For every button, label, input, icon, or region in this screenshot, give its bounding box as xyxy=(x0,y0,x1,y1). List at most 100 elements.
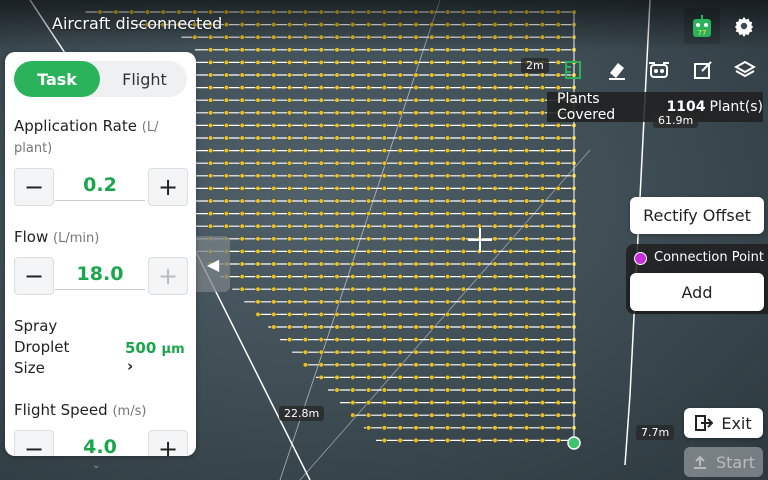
add-connection-button[interactable]: Add xyxy=(630,273,764,311)
droplet-label-line2: Droplet xyxy=(14,338,70,356)
waypoint xyxy=(460,412,466,418)
chevron-down-icon[interactable]: ⌄ xyxy=(92,460,100,471)
waypoint xyxy=(460,211,466,217)
measurement-label: 22.8m xyxy=(279,406,325,421)
waypoint xyxy=(397,274,403,280)
waypoint xyxy=(255,173,261,179)
robot-status-icon[interactable]: 77 xyxy=(684,8,720,44)
layers-icon[interactable] xyxy=(728,54,762,86)
collapse-panel-button[interactable]: ◀ xyxy=(196,236,230,292)
waypoint xyxy=(397,387,403,393)
waypoint xyxy=(508,311,514,317)
waypoint xyxy=(555,437,561,443)
waypoint xyxy=(460,110,466,116)
drone-icon[interactable] xyxy=(642,54,676,86)
waypoint xyxy=(413,324,419,330)
flow-increase-button[interactable]: + xyxy=(148,257,188,295)
waypoint xyxy=(302,59,308,65)
flow-value[interactable]: 18.0 xyxy=(55,263,145,290)
waypoint xyxy=(302,274,308,280)
flight-speed-decrease-button[interactable]: − xyxy=(14,430,54,456)
waypoint xyxy=(413,211,419,217)
waypoint xyxy=(524,135,530,141)
waypoint xyxy=(334,286,340,292)
application-rate-value[interactable]: 0.2 xyxy=(55,174,145,201)
waypoint xyxy=(350,97,356,103)
waypoint xyxy=(445,72,451,78)
waypoint xyxy=(208,223,214,229)
settings-icon[interactable] xyxy=(726,8,762,44)
flight-speed-value[interactable]: 4.0 xyxy=(55,436,145,456)
waypoint xyxy=(318,362,324,368)
waypoint xyxy=(397,248,403,254)
waypoint xyxy=(539,286,545,292)
eraser-icon[interactable] xyxy=(600,54,634,86)
waypoint xyxy=(539,324,545,330)
waypoint xyxy=(539,387,545,393)
waypoint xyxy=(318,311,324,317)
application-rate-increase-button[interactable]: + xyxy=(148,168,188,206)
flow-decrease-button[interactable]: − xyxy=(14,257,54,295)
waypoint xyxy=(413,173,419,179)
tab-task[interactable]: Task xyxy=(14,61,100,97)
waypoint xyxy=(413,412,419,418)
waypoint xyxy=(318,160,324,166)
waypoint xyxy=(555,211,561,217)
waypoint xyxy=(524,349,530,355)
rectify-offset-button[interactable]: Rectify Offset xyxy=(630,197,764,234)
waypoint xyxy=(508,185,514,191)
waypoint xyxy=(381,311,387,317)
tab-flight[interactable]: Flight xyxy=(102,61,187,97)
chevron-right-icon: › xyxy=(127,357,134,375)
waypoint xyxy=(397,261,403,267)
waypoint xyxy=(508,97,514,103)
flow-label: Flow (L/min) xyxy=(14,227,99,249)
waypoint xyxy=(476,400,482,406)
waypoint xyxy=(429,148,435,154)
waypoint xyxy=(302,198,308,204)
start-button[interactable]: Start xyxy=(684,447,763,477)
flight-speed-increase-button[interactable]: + xyxy=(148,430,188,456)
waypoint xyxy=(413,286,419,292)
waypoint xyxy=(381,299,387,305)
waypoint xyxy=(350,349,356,355)
waypoint xyxy=(508,412,514,418)
waypoint xyxy=(508,299,514,305)
ruler-icon[interactable] xyxy=(556,54,590,86)
waypoint xyxy=(492,160,498,166)
waypoint xyxy=(508,223,514,229)
waypoint xyxy=(334,324,340,330)
waypoint xyxy=(429,311,435,317)
waypoint xyxy=(366,261,372,267)
waypoint xyxy=(350,135,356,141)
waypoint xyxy=(366,173,372,179)
waypoint xyxy=(366,97,372,103)
waypoint xyxy=(429,59,435,65)
waypoint xyxy=(302,72,308,78)
waypoint xyxy=(397,148,403,154)
waypoint xyxy=(476,425,482,431)
measurement-label: 61.9m xyxy=(653,113,699,128)
waypoint xyxy=(445,387,451,393)
exit-button[interactable]: Exit xyxy=(684,408,763,438)
waypoint xyxy=(429,160,435,166)
waypoint xyxy=(492,349,498,355)
waypoint xyxy=(334,97,340,103)
waypoint xyxy=(255,311,261,317)
waypoint xyxy=(255,261,261,267)
waypoint xyxy=(302,324,308,330)
waypoint xyxy=(381,173,387,179)
waypoint xyxy=(381,286,387,292)
droplet-size-value[interactable]: 500 μm › xyxy=(125,339,196,375)
waypoint xyxy=(302,110,308,116)
waypoint xyxy=(555,286,561,292)
waypoint xyxy=(334,299,340,305)
waypoint xyxy=(429,412,435,418)
waypoint xyxy=(239,85,245,91)
edit-export-icon[interactable] xyxy=(686,54,720,86)
waypoint xyxy=(271,72,277,78)
waypoint xyxy=(397,223,403,229)
waypoint xyxy=(334,211,340,217)
waypoint xyxy=(476,223,482,229)
application-rate-decrease-button[interactable]: − xyxy=(14,168,54,206)
